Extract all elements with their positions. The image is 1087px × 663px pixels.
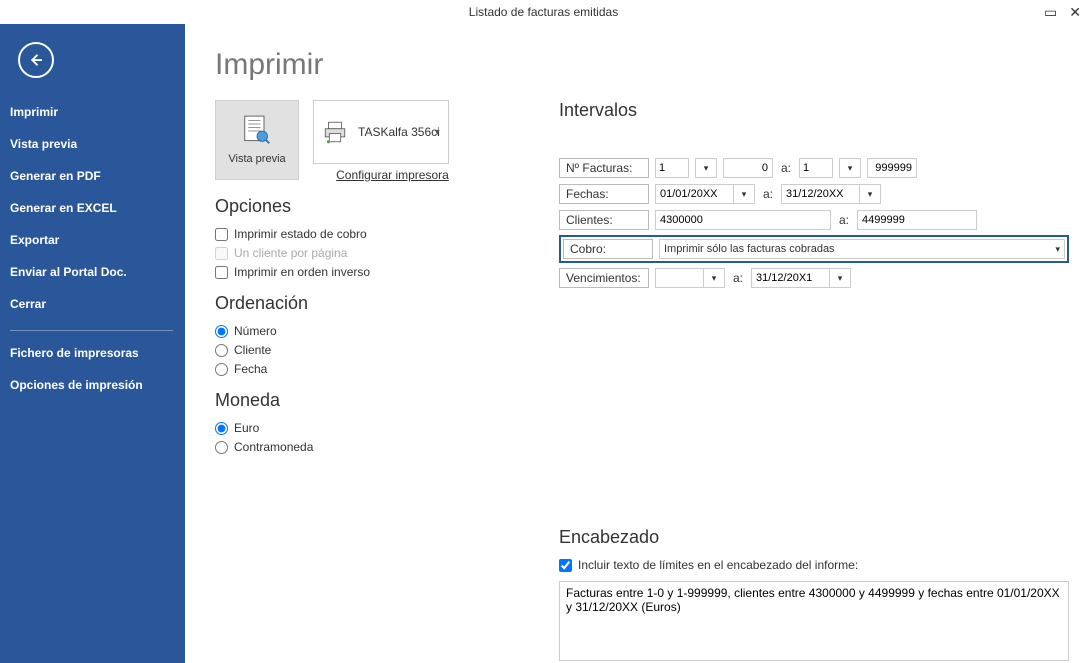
document-preview-icon <box>243 115 271 147</box>
nav-cerrar[interactable]: Cerrar <box>0 288 185 320</box>
label-vencimientos: Vencimientos: <box>559 268 649 288</box>
cliente-to[interactable] <box>857 210 977 230</box>
fecha-to[interactable] <box>781 184 859 204</box>
encabezado-heading: Encabezado <box>559 527 1069 548</box>
row-clientes: Clientes: a: <box>559 209 1069 231</box>
rad-euro-input[interactable] <box>215 422 228 435</box>
cobro-value: Imprimir sólo las facturas cobradas <box>664 243 835 255</box>
vista-previa-label: Vista previa <box>228 153 285 165</box>
fecha-from[interactable] <box>655 184 733 204</box>
nav-fichero-impresoras[interactable]: Fichero de impresoras <box>0 337 185 369</box>
vista-previa-button[interactable]: Vista previa <box>215 100 299 180</box>
label-fechas: Fechas: <box>559 184 649 204</box>
encabezado-text[interactable] <box>559 581 1069 661</box>
rad-euro[interactable]: Euro <box>215 421 533 435</box>
a-label-2: a: <box>761 187 775 201</box>
a-label-4: a: <box>731 271 745 285</box>
nfact-serie-to[interactable] <box>799 158 833 178</box>
chk-incluir-limites-input[interactable] <box>559 559 572 572</box>
window-title: Listado de facturas emitidas <box>469 5 618 19</box>
venc-to[interactable] <box>751 268 829 288</box>
nav-exportar[interactable]: Exportar <box>0 224 185 256</box>
fecha-from-drop[interactable]: ▾ <box>733 184 755 204</box>
nfact-serie-from-drop[interactable]: ▾ <box>695 158 717 178</box>
maximize-icon[interactable]: ▭ <box>1044 0 1057 24</box>
main-panel: Imprimir Vista previa <box>185 24 1087 663</box>
nav-enviar-portal[interactable]: Enviar al Portal Doc. <box>0 256 185 288</box>
chk-estado-cobro-input[interactable] <box>215 228 228 241</box>
row-cobro: Cobro: Imprimir sólo las facturas cobrad… <box>559 235 1069 263</box>
chevron-down-icon: ▾ <box>435 127 440 138</box>
rad-numero[interactable]: Número <box>215 324 533 338</box>
nfact-serie-from[interactable] <box>655 158 689 178</box>
sidebar: Imprimir Vista previa Generar en PDF Gen… <box>0 24 185 663</box>
nfact-num-from[interactable] <box>723 158 773 178</box>
row-nfacturas: Nº Facturas: ▾ a: ▾ <box>559 157 1069 179</box>
row-fechas: Fechas: ▾ a: ▾ <box>559 183 1069 205</box>
rad-contramoneda[interactable]: Contramoneda <box>215 440 533 454</box>
chk-orden-inverso-input[interactable] <box>215 266 228 279</box>
rad-cliente-input[interactable] <box>215 344 228 357</box>
arrow-left-icon <box>27 51 45 69</box>
row-vencimientos: Vencimientos: ▾ a: ▾ <box>559 267 1069 289</box>
printer-selector[interactable]: TASKalfa 356ci ▾ <box>313 100 449 164</box>
label-cobro: Cobro: <box>563 239 653 259</box>
chk-un-cliente-pagina-input <box>215 247 228 260</box>
ordenacion-heading: Ordenación <box>215 293 533 314</box>
chk-incluir-limites[interactable]: Incluir texto de límites en el encabezad… <box>559 558 1069 572</box>
chk-orden-inverso[interactable]: Imprimir en orden inverso <box>215 265 533 279</box>
chk-un-cliente-pagina: Un cliente por página <box>215 246 533 260</box>
close-icon[interactable]: ✕ <box>1069 0 1081 24</box>
a-label-1: a: <box>779 161 793 175</box>
printer-icon <box>322 119 348 145</box>
venc-to-drop[interactable]: ▾ <box>829 268 851 288</box>
label-clientes: Clientes: <box>559 210 649 230</box>
printer-name: TASKalfa 356ci <box>358 125 440 139</box>
nfact-serie-to-drop[interactable]: ▾ <box>839 158 861 178</box>
moneda-heading: Moneda <box>215 390 533 411</box>
cliente-from[interactable] <box>655 210 831 230</box>
venc-from[interactable] <box>655 268 703 288</box>
titlebar: Listado de facturas emitidas ▭ ✕ <box>0 0 1087 24</box>
rad-numero-input[interactable] <box>215 325 228 338</box>
nfact-num-to[interactable] <box>867 158 917 178</box>
venc-from-drop[interactable]: ▾ <box>703 268 725 288</box>
nav-generar-pdf[interactable]: Generar en PDF <box>0 160 185 192</box>
cobro-selector[interactable]: Imprimir sólo las facturas cobradas ▾ <box>659 239 1065 259</box>
back-button[interactable] <box>18 42 54 78</box>
fecha-to-drop[interactable]: ▾ <box>859 184 881 204</box>
rad-fecha-input[interactable] <box>215 363 228 376</box>
nav-generar-excel[interactable]: Generar en EXCEL <box>0 192 185 224</box>
nav-separator <box>10 330 173 331</box>
chk-estado-cobro[interactable]: Imprimir estado de cobro <box>215 227 533 241</box>
rad-contramoneda-input[interactable] <box>215 441 228 454</box>
page-heading: Imprimir <box>215 48 1069 82</box>
nav-opciones-impresion[interactable]: Opciones de impresión <box>0 369 185 401</box>
intervalos-heading: Intervalos <box>559 100 1069 121</box>
opciones-heading: Opciones <box>215 196 533 217</box>
rad-cliente[interactable]: Cliente <box>215 343 533 357</box>
nav-imprimir[interactable]: Imprimir <box>0 96 185 128</box>
configurar-impresora-link[interactable]: Configurar impresora <box>313 168 449 182</box>
label-nfacturas: Nº Facturas: <box>559 158 649 178</box>
chevron-down-icon: ▾ <box>1055 244 1060 255</box>
nav-vista-previa[interactable]: Vista previa <box>0 128 185 160</box>
rad-fecha[interactable]: Fecha <box>215 362 533 376</box>
a-label-3: a: <box>837 213 851 227</box>
